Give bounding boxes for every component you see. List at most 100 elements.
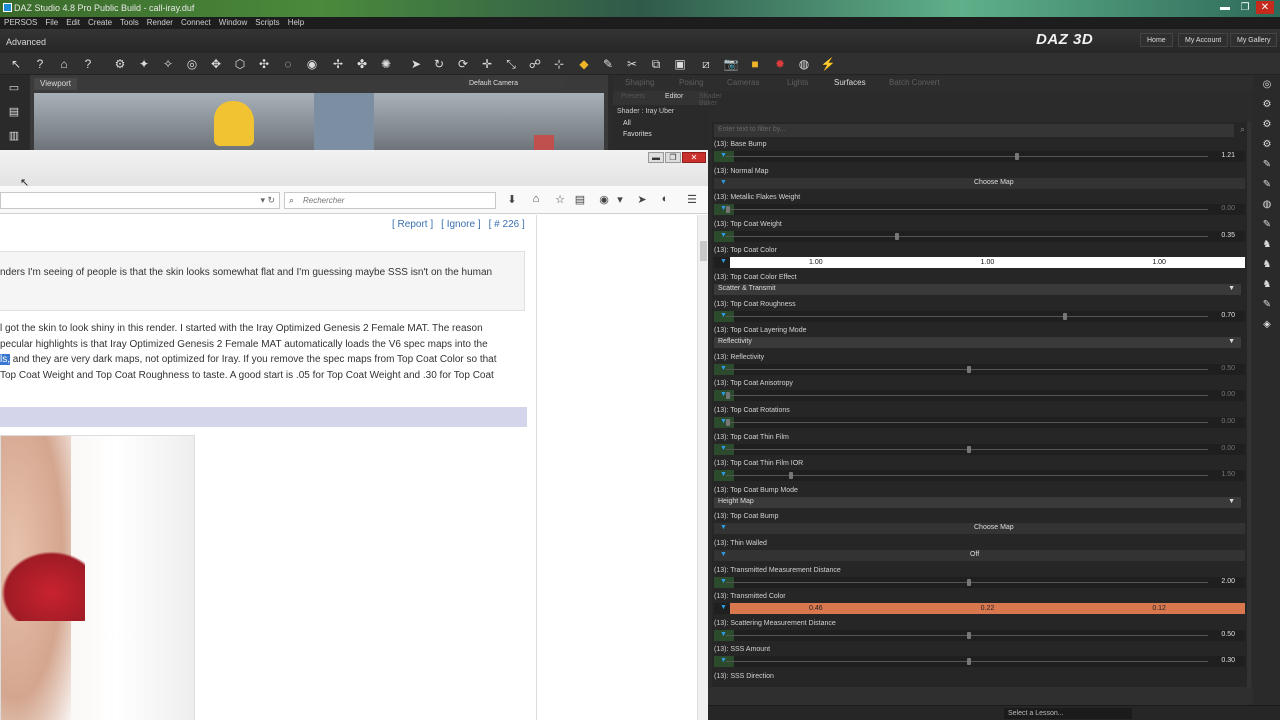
rotate-icon[interactable]: ◎ [184,56,200,72]
property-control[interactable]: ▼ Off [714,550,1245,561]
property-control[interactable]: ▼ 1.00 1.00 1.00 [714,257,1245,269]
pane-icon-9[interactable]: ♞ [1258,239,1276,255]
choose-map-button[interactable]: Choose Map [974,524,1014,531]
render-icon[interactable]: ✹ [772,56,788,72]
pane-icon-11[interactable]: ♞ [1258,279,1276,295]
home-icon[interactable]: ⌂ [528,193,544,209]
property-control[interactable]: ▼ 0.46 0.22 0.12 [714,603,1245,615]
menu-item-help[interactable]: Help [288,17,304,29]
addon-dropdown-icon[interactable]: ▾ [612,193,628,209]
viewport-scene[interactable] [34,93,604,155]
slider-handle[interactable] [967,631,971,639]
iray-icon[interactable]: ◍ [796,56,812,72]
pane-icon-4[interactable]: ⚙ [1258,139,1276,155]
help-pointer-icon[interactable]: ↖ [8,56,24,72]
report-link[interactable]: [ Report ] [392,219,433,230]
expand-icon[interactable]: ▼ [720,524,727,531]
menu-item-scripts[interactable]: Scripts [255,17,279,29]
layout-mode[interactable]: Advanced [6,37,46,47]
render-settings-icon[interactable]: ■ [747,56,763,72]
property-control[interactable]: ▼ 0.00 [714,390,1245,402]
folder-icon[interactable]: ▤ [4,105,24,123]
tab-shaping[interactable]: Shaping [625,78,654,87]
property-control[interactable]: ▼ 1.50 [714,470,1245,482]
addon-icon[interactable]: ◉ [596,193,612,209]
expand-icon[interactable]: ▼ [720,604,727,611]
render-image[interactable] [0,435,195,720]
slider-handle[interactable] [726,419,730,426]
pane-icon-2[interactable]: ⚙ [1258,99,1276,115]
color-channel-value[interactable]: 1.00 [981,257,995,268]
geometry-icon[interactable]: ⬡ [232,56,248,72]
figure-icon[interactable]: ✣ [256,56,272,72]
property-control[interactable]: ▼ 0.00 [714,417,1245,428]
slider-track[interactable] [726,475,1208,477]
target-icon[interactable]: ◉ [304,56,320,72]
chat-icon[interactable]: ◐ [657,193,673,209]
property-dropdown[interactable]: Reflectivity ▼ [714,337,1241,349]
property-control[interactable]: ▼ Choose Map [714,523,1245,535]
brush-icon[interactable]: ✎ [600,56,616,72]
slider-handle[interactable] [726,392,730,400]
property-control[interactable]: ▼ 0.50 [714,363,1245,375]
my-gallery-button[interactable]: My Gallery [1230,33,1278,47]
property-dropdown[interactable]: Scatter & Transmit ▼ [714,284,1241,295]
tab-shader-baker[interactable]: Shader Baker [699,93,722,107]
property-value[interactable]: 0.00 [1221,445,1235,452]
joint-icon[interactable]: ✦ [136,56,152,72]
slider-handle[interactable] [726,206,730,214]
color-swatch[interactable]: 1.00 1.00 1.00 [730,257,1245,269]
tab-editor[interactable]: Editor [665,93,683,100]
list-item-all[interactable]: All [613,118,708,129]
expand-icon[interactable]: ▼ [720,258,727,265]
pane-icon-10[interactable]: ♞ [1258,259,1276,275]
spot-render-icon[interactable]: ⧄ [698,56,714,72]
property-value[interactable]: 0.00 [1221,418,1235,425]
surface-icon[interactable]: ◆ [576,56,592,72]
slider-handle[interactable] [894,232,899,240]
property-control[interactable]: ▼ 0.35 [714,230,1245,242]
pane-icon-7[interactable]: ◍ [1258,199,1276,215]
page-scrollbar[interactable] [697,215,708,720]
tab-posing[interactable]: Posing [679,78,703,87]
tab-surfaces[interactable]: Surfaces [834,78,866,87]
slider-handle[interactable] [1015,153,1020,160]
slider-track[interactable] [726,315,1208,317]
menu-item-tools[interactable]: Tools [120,17,139,29]
expand-icon[interactable]: ▼ [720,179,727,186]
tweak-icon[interactable]: ✂ [624,56,640,72]
slider-handle[interactable] [967,365,971,373]
browser-maximize-button[interactable]: ❐ [665,152,681,163]
property-control[interactable]: ▼ 1.21 [714,151,1245,162]
download-icon[interactable]: ⬇ [504,193,520,209]
tab-lights[interactable]: Lights [787,78,808,87]
my-account-button[interactable]: My Account [1178,33,1229,47]
post-number-link[interactable]: [ # 226 ] [489,219,525,230]
property-value[interactable]: 2.00 [1221,578,1235,585]
property-value[interactable]: 0.00 [1221,391,1235,398]
slider-handle[interactable] [967,445,971,453]
browser-minimize-button[interactable]: ▬ [648,152,664,163]
help-icon[interactable]: ? [32,56,48,72]
slider-track[interactable] [726,209,1208,211]
color-channel-value[interactable]: 1.00 [1152,257,1166,268]
scene-icon[interactable]: ▭ [4,81,24,99]
property-value[interactable]: 1.21 [1221,152,1235,159]
node-weight-icon[interactable]: ⊹ [551,56,567,72]
property-control[interactable]: ▼ 0.00 [714,204,1245,216]
menu-item-connect[interactable]: Connect [181,17,211,29]
tab-cameras[interactable]: Cameras [727,78,759,87]
property-control[interactable]: ▼ Choose Map [714,177,1245,189]
slider-track[interactable] [726,235,1208,237]
translate-icon[interactable]: ✛ [479,56,495,72]
region-icon[interactable]: ◌ [280,56,296,72]
node-icon[interactable]: ⚙ [112,56,128,72]
menu-item-render[interactable]: Render [147,17,173,29]
toggle-button[interactable]: Off [970,551,979,558]
color-channel-value[interactable]: 0.22 [981,603,995,614]
pane-icon-5[interactable]: ✎ [1258,159,1276,175]
color-channel-value[interactable]: 1.00 [809,257,823,268]
property-value[interactable]: 0.30 [1221,657,1235,664]
slider-track[interactable] [726,395,1208,397]
color-channel-value[interactable]: 0.46 [809,603,823,614]
